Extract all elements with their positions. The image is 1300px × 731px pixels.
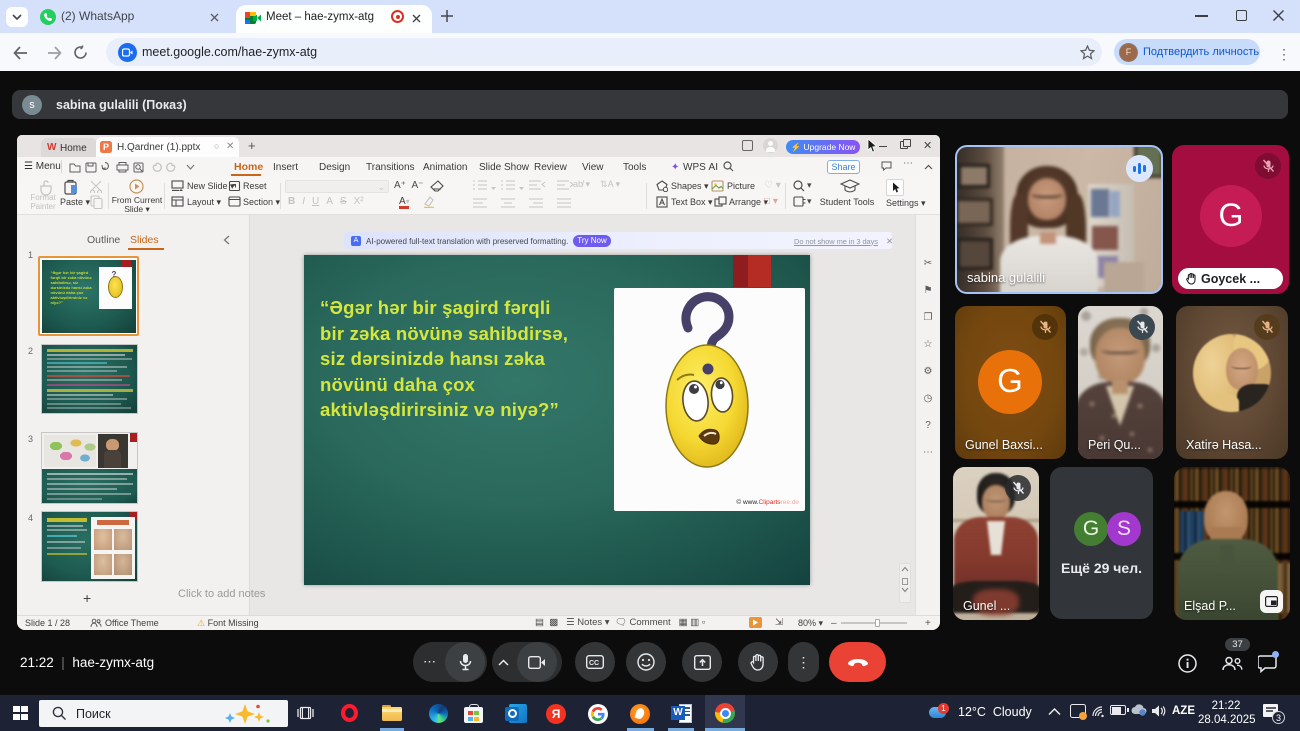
svg-text:CC: CC xyxy=(589,660,599,667)
